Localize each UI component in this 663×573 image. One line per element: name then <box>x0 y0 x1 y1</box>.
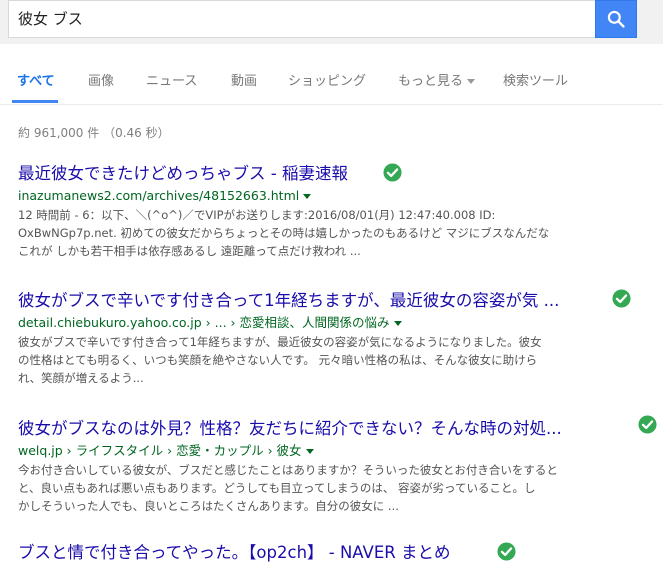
verified-check-icon <box>497 542 516 561</box>
result-url[interactable]: welq.jp › ライフスタイル › 恋愛・カップル › 彼女 <box>18 442 648 460</box>
result-url[interactable]: detail.chiebukuro.yahoo.co.jp › ... › 恋愛… <box>18 314 648 332</box>
active-tab-indicator <box>12 100 58 103</box>
search-result: 彼女がブスなのは外見？性格？友だちに紹介できない？そんな時の対処... welq… <box>18 418 648 515</box>
chevron-down-icon[interactable] <box>305 449 314 454</box>
tab-more[interactable]: もっと見る <box>398 70 476 89</box>
tab-videos[interactable]: 動画 <box>231 70 257 89</box>
result-snippet: 今お付き合いしている彼女が、ブスだと感じたことはありますか？そういった彼女とお付… <box>18 463 558 513</box>
tab-more-label: もっと見る <box>398 74 464 89</box>
result-snippet: 彼女がブスで辛いです付き合って1年経ちますが、最近彼女の容姿が気になるようになり… <box>18 335 542 385</box>
result-url-text: welq.jp › ライフスタイル › 恋愛・カップル › 彼女 <box>18 443 302 458</box>
result-title-link[interactable]: 彼女がブスで辛いです付き合って1年経ちますが、最近彼女の容姿が気 ... <box>18 290 648 312</box>
result-title-link[interactable]: ブスと情で付き合ってやった。【op2ch】 - NAVER まとめ <box>18 542 648 564</box>
result-title-link[interactable]: 彼女がブスなのは外見？性格？友だちに紹介できない？そんな時の対処... <box>18 418 648 440</box>
result-snippet: 12 時間前 - 6：以下、＼(^o^)／でVIPがお送りします:2016/08… <box>18 208 550 258</box>
result-url-text: detail.chiebukuro.yahoo.co.jp › ... › 恋愛… <box>18 315 390 330</box>
result-url[interactable]: inazumanews2.com/archives/48152663.html <box>18 187 648 205</box>
chevron-down-icon[interactable] <box>303 194 312 199</box>
search-result: 最近彼女できたけどめっちゃブス - 稲妻速報 inazumanews2.com/… <box>18 163 648 260</box>
result-stats: 約 961,000 件 （0.46 秒） <box>18 126 170 140</box>
tab-news[interactable]: ニュース <box>146 70 197 89</box>
tab-all[interactable]: すべて <box>17 70 55 89</box>
chevron-down-icon[interactable] <box>393 321 402 326</box>
search-result: 彼女がブスで辛いです付き合って1年経ちますが、最近彼女の容姿が気 ... det… <box>18 290 648 387</box>
verified-check-icon <box>383 163 402 182</box>
tab-search-tools[interactable]: 検索ツール <box>503 70 568 89</box>
search-bar <box>0 0 663 44</box>
verified-check-icon <box>638 415 657 434</box>
tab-shopping[interactable]: ショッピング <box>288 70 366 89</box>
verified-check-icon <box>612 289 631 308</box>
search-result: ブスと情で付き合ってやった。【op2ch】 - NAVER まとめ <box>18 542 648 564</box>
result-title-link[interactable]: 最近彼女できたけどめっちゃブス - 稲妻速報 <box>18 163 648 185</box>
search-icon <box>607 10 625 28</box>
chevron-down-icon <box>467 79 476 84</box>
result-url-text: inazumanews2.com/archives/48152663.html <box>18 188 300 203</box>
tab-images[interactable]: 画像 <box>88 70 114 89</box>
search-tabs: すべて 画像 ニュース 動画 ショッピング もっと見る 検索ツール <box>0 60 663 105</box>
search-button[interactable] <box>595 0 637 38</box>
search-input[interactable] <box>8 0 595 38</box>
